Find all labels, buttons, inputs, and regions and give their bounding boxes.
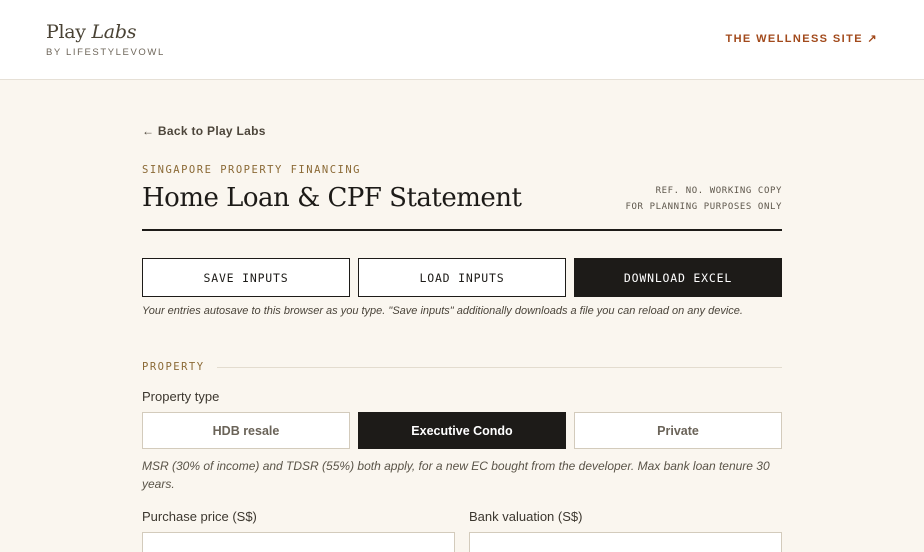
title-divider [142,229,782,231]
brand-logo[interactable]: Play Labs BY LIFESTYLEVOWL [46,20,165,58]
section-label: PROPERTY [142,361,205,373]
ref-line-1: REF. NO. WORKING COPY [655,186,782,196]
download-excel-button[interactable]: DOWNLOAD EXCEL [574,258,782,297]
top-bar: Play Labs BY LIFESTYLEVOWL THE WELLNESS … [0,0,924,80]
action-buttons: SAVE INPUTS LOAD INPUTS DOWNLOAD EXCEL [142,258,782,297]
property-type-label: Property type [142,389,220,404]
section-divider [216,366,782,368]
purchase-price-input[interactable] [142,532,455,552]
brand-subtitle: BY LIFESTYLEVOWL [46,47,165,58]
page-title: Home Loan & CPF Statement [142,183,522,213]
ref-line-2: FOR PLANNING PURPOSES ONLY [625,202,782,212]
option-executive-condo[interactable]: Executive Condo [358,412,566,449]
save-inputs-button[interactable]: SAVE INPUTS [142,258,350,297]
page-eyebrow: SINGAPORE PROPERTY FINANCING [142,164,362,176]
bank-valuation-input[interactable] [469,532,782,552]
section-header-property: PROPERTY [142,360,782,374]
autosave-note: Your entries autosave to this browser as… [142,305,743,317]
property-type-note: MSR (30% of income) and TDSR (55%) both … [142,459,770,491]
load-inputs-button[interactable]: LOAD INPUTS [358,258,566,297]
wellness-site-link[interactable]: THE WELLNESS SITE ↗ [725,32,878,45]
property-type-selector: HDB resale Executive Condo Private [142,412,782,449]
option-private[interactable]: Private [574,412,782,449]
reference-note: REF. NO. WORKING COPY FOR PLANNING PURPO… [626,183,782,215]
back-link[interactable]: ← Back to Play Labs [142,124,266,138]
brand-title: Play Labs [46,21,137,43]
bank-valuation-label: Bank valuation (S$) [469,509,583,524]
purchase-price-label: Purchase price (S$) [142,509,257,524]
option-hdb-resale[interactable]: HDB resale [142,412,350,449]
